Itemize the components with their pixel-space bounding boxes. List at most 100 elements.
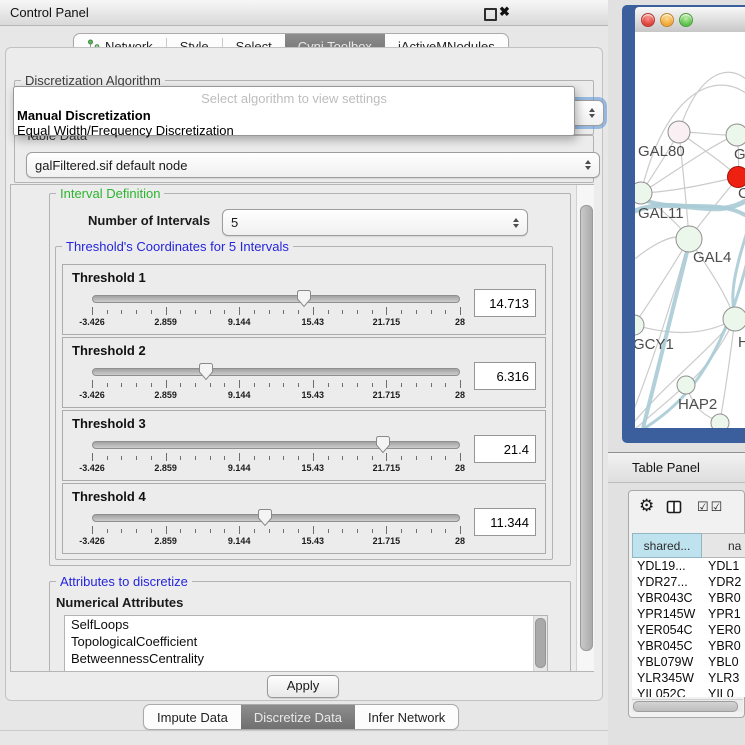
column-layout-icon[interactable] — [666, 499, 682, 518]
network-canvas[interactable]: GAL80 GA C GAL11 GAL4 GCY1 H HAP2 — [635, 32, 745, 428]
numerical-attributes-list[interactable]: SelfLoopsTopologicalCoefficientBetweenne… — [64, 615, 548, 672]
group-title: Threshold's Coordinates for 5 Intervals — [62, 239, 293, 254]
tick-mark — [342, 529, 343, 533]
tick-label: 9.144 — [228, 536, 251, 546]
table-row[interactable]: YDR27...YDR2 — [632, 574, 745, 590]
threshold-slider[interactable]: -3.4262.8599.14415.4321.71528 — [92, 286, 460, 330]
tick-mark — [416, 529, 417, 533]
slider-thumb[interactable] — [374, 435, 392, 454]
gear-icon[interactable]: ⚙ — [639, 496, 654, 516]
tick-mark — [416, 383, 417, 387]
minimize-traffic-light[interactable] — [660, 13, 674, 27]
table-row[interactable]: YER054CYER0 — [632, 622, 745, 638]
slider-track[interactable] — [92, 441, 460, 449]
number-of-intervals-combobox[interactable]: 5 — [222, 209, 528, 236]
table-row[interactable]: YBR043CYBR0 — [632, 590, 745, 606]
table-cell-name: YER0 — [702, 622, 741, 638]
slider-track[interactable] — [92, 368, 460, 376]
table-row[interactable]: YIL052CYIL0 — [632, 686, 745, 697]
table-hscrollbar[interactable] — [632, 699, 743, 712]
panel-scrollbar-thumb[interactable] — [580, 205, 593, 651]
tick-mark — [195, 310, 196, 314]
tick-mark — [136, 383, 137, 387]
table-data-combobox[interactable]: galFiltered.sif default node — [26, 152, 600, 178]
table-cell-name: YDR2 — [702, 574, 741, 590]
interval-definition-group: Interval Definition Number of Intervals … — [49, 193, 571, 566]
column-header-shared-name[interactable]: shared... — [632, 533, 702, 558]
close-icon[interactable]: ✖ — [499, 4, 510, 20]
tick-mark — [151, 529, 152, 533]
node-label-partial-c: C — [738, 185, 745, 202]
table-row[interactable]: YDL19...YDL1 — [632, 558, 745, 574]
tab-infer-network[interactable]: Infer Network — [355, 705, 458, 729]
tick-label: 15.43 — [302, 390, 325, 400]
algorithm-dropdown-popup: Select algorithm to view settings Manual… — [13, 86, 575, 136]
tick-mark — [372, 529, 373, 533]
tick-label: 21.715 — [373, 390, 401, 400]
tick-label: -3.426 — [79, 536, 105, 546]
threshold-slider[interactable]: -3.4262.8599.14415.4321.71528 — [92, 432, 460, 476]
tick-mark — [357, 456, 358, 460]
slider-thumb[interactable] — [256, 508, 274, 527]
tick-mark — [342, 310, 343, 314]
table-panel-title: Table Panel — [632, 460, 700, 475]
select-columns-icons[interactable]: ☑☑ — [697, 499, 724, 515]
tick-mark — [460, 453, 461, 461]
tick-mark — [195, 456, 196, 460]
slider-track[interactable] — [92, 295, 460, 303]
table-row[interactable]: YBR045CYBR0 — [632, 638, 745, 654]
threshold-slider[interactable]: -3.4262.8599.14415.4321.71528 — [92, 359, 460, 403]
panel-scrollbar[interactable] — [576, 185, 594, 671]
dropdown-item-equal-width-frequency-discretization[interactable]: Equal Width/Frequency Discretization — [14, 123, 574, 138]
tick-label: 15.43 — [302, 463, 325, 473]
slider-tick-labels: -3.4262.8599.14415.4321.71528 — [92, 463, 460, 474]
tab-label: Impute Data — [157, 710, 228, 725]
threshold-row: -3.4262.8599.14415.4321.71528 — [72, 359, 536, 403]
slider-thumb[interactable] — [197, 362, 215, 381]
attribute-list-item[interactable]: SelfLoops — [65, 616, 547, 633]
network-window-titlebar — [635, 7, 745, 33]
threshold-value-field[interactable] — [474, 435, 536, 463]
attribute-list-item[interactable]: BetweennessCentrality — [65, 650, 547, 667]
float-window-icon[interactable] — [484, 8, 497, 21]
slider-track[interactable] — [92, 514, 460, 522]
table-cell-shared-name: YER054C — [632, 622, 702, 638]
threshold-slider[interactable]: -3.4262.8599.14415.4321.71528 — [92, 505, 460, 549]
tick-mark — [121, 310, 122, 314]
list-scrollbar[interactable] — [533, 616, 547, 672]
attribute-list-item[interactable]: TopologicalCoefficient — [65, 633, 547, 650]
thresholds-container: Threshold 1-3.4262.8599.14415.4321.71528… — [56, 247, 552, 554]
combo-arrows-icon — [585, 160, 591, 170]
tick-mark — [166, 453, 167, 461]
tab-discretize-data[interactable]: Discretize Data — [241, 705, 355, 729]
threshold-value-field[interactable] — [474, 289, 536, 317]
tick-label: 2.859 — [154, 390, 177, 400]
tick-mark — [224, 383, 225, 387]
tick-mark — [180, 456, 181, 460]
tick-label: 9.144 — [228, 317, 251, 327]
tick-label: 15.43 — [302, 317, 325, 327]
threshold-value-field[interactable] — [474, 362, 536, 390]
dropdown-item-manual-discretization[interactable]: Manual Discretization — [14, 108, 574, 123]
node-label-hap2: HAP2 — [678, 396, 717, 413]
table-cell-name: YBR0 — [702, 590, 741, 606]
tick-mark — [151, 456, 152, 460]
column-header-name[interactable]: na — [702, 533, 745, 558]
table-rows[interactable]: YDL19...YDL1YDR27...YDR2YBR043CYBR0YPR14… — [632, 558, 745, 697]
control-panel-titlebar: Control Panel ✖ — [0, 0, 610, 26]
table-row[interactable]: YPR145WYPR1 — [632, 606, 745, 622]
table-row[interactable]: YBL079WYBL0 — [632, 654, 745, 670]
zoom-traffic-light[interactable] — [679, 13, 693, 27]
threshold-value-field[interactable] — [474, 508, 536, 536]
node-h — [723, 307, 745, 331]
close-traffic-light[interactable] — [641, 13, 655, 27]
tick-mark — [431, 529, 432, 533]
slider-thumb[interactable] — [295, 289, 313, 308]
apply-button[interactable]: Apply — [267, 675, 339, 698]
table-row[interactable]: YLR345WYLR3 — [632, 670, 745, 686]
tab-impute-data[interactable]: Impute Data — [144, 705, 241, 729]
table-hscrollbar-thumb[interactable] — [633, 701, 738, 712]
tick-mark — [328, 383, 329, 387]
tick-mark — [401, 529, 402, 533]
tick-mark — [107, 529, 108, 533]
